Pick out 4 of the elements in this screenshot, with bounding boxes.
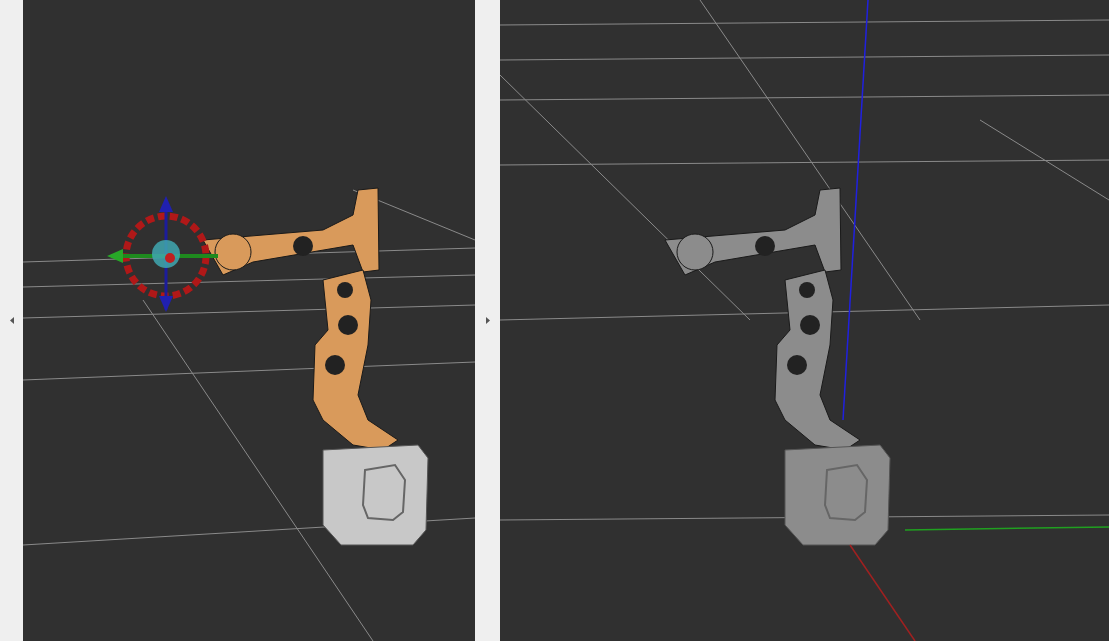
- 3d-viewport[interactable]: [23, 0, 475, 641]
- collapse-arrow-icon[interactable]: [9, 317, 14, 324]
- 3d-viewport[interactable]: [500, 0, 1109, 641]
- expand-arrow-icon[interactable]: [485, 317, 490, 324]
